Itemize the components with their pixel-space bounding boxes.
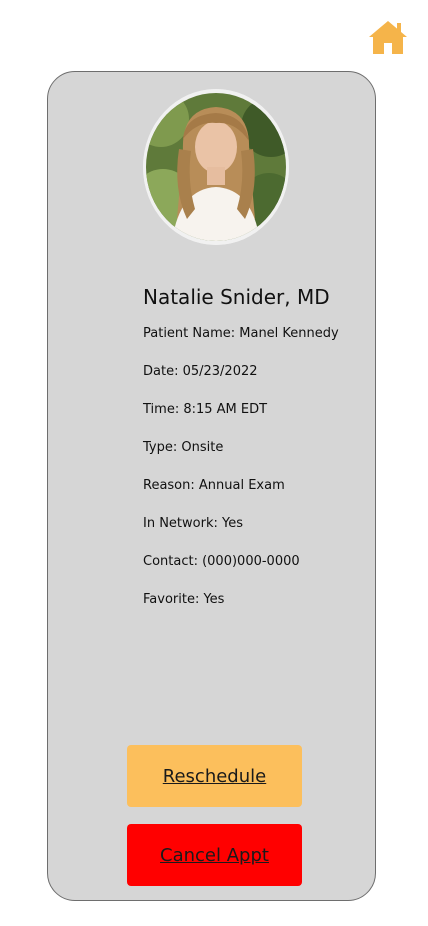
home-icon (369, 21, 407, 54)
reschedule-button[interactable]: Reschedule (127, 745, 302, 807)
appointment-reason: Reason: Annual Exam (143, 478, 285, 493)
home-button[interactable] (367, 18, 409, 56)
appointment-time: Time: 8:15 AM EDT (143, 402, 268, 417)
patient-name: Patient Name: Manel Kennedy (143, 326, 339, 341)
doctor-portrait (143, 89, 289, 245)
in-network-status: In Network: Yes (143, 516, 243, 531)
appointment-card: Natalie Snider, MD Patient Name: Manel K… (47, 71, 376, 901)
appointment-type: Type: Onsite (143, 440, 224, 455)
cancel-appointment-button[interactable]: Cancel Appt (127, 824, 302, 886)
contact-number: Contact: (000)000-0000 (143, 554, 300, 569)
favorite-status: Favorite: Yes (143, 592, 225, 607)
doctor-avatar (143, 89, 289, 245)
appointment-date: Date: 05/23/2022 (143, 364, 258, 379)
doctor-name: Natalie Snider, MD (143, 285, 330, 309)
